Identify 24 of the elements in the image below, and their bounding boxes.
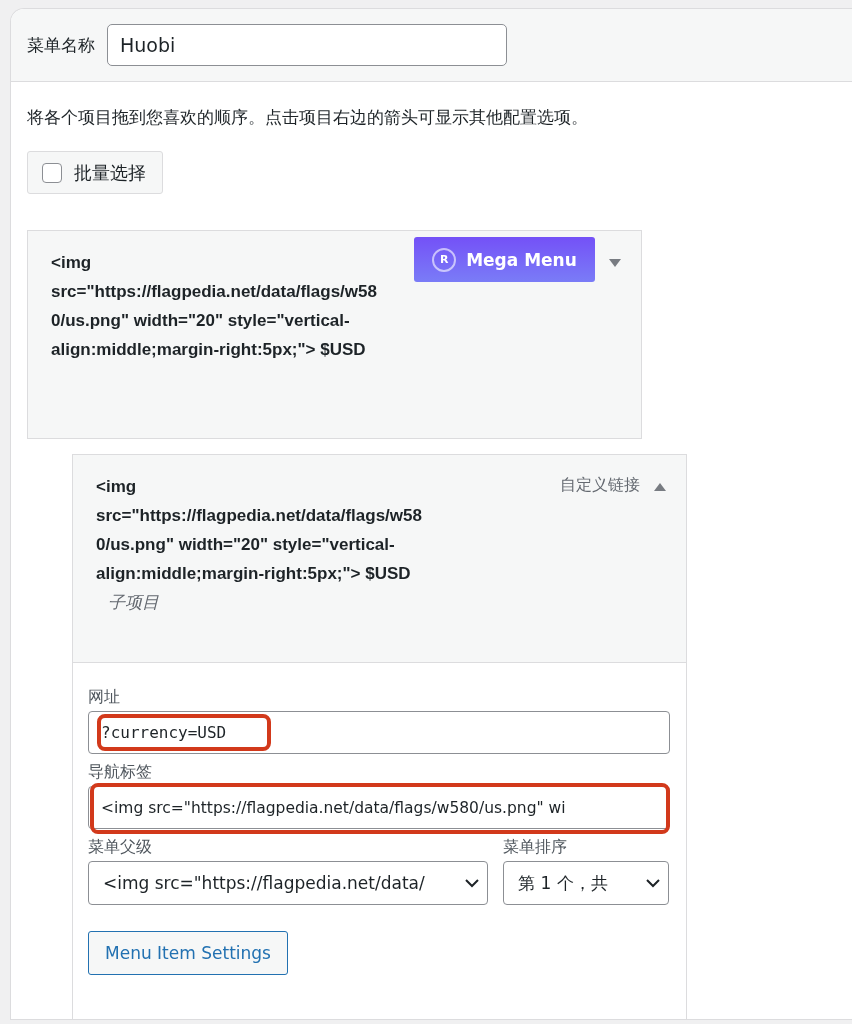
- checkbox[interactable]: [42, 162, 62, 183]
- menu-order-label: 菜单排序: [503, 837, 568, 858]
- navigation-label-label: 导航标签: [88, 762, 153, 783]
- menu-name-label: 菜单名称: [27, 33, 95, 57]
- menu-item-bar[interactable]: <img src="https://flagpedia.net/data/flags/w580/us.png" width="20" style="vertical-align:middle;margin-right:5px;"> $USD R Mega Menu: [27, 230, 642, 439]
- bulk-select-button[interactable]: 批量选择: [27, 151, 163, 194]
- menu-item-title: <img src="https://flagpedia.net/data/flags/w580/us.png" width="20" style="vertical-align:middle;margin-right:5px;"> $USD: [51, 252, 378, 361]
- menu-name-field[interactable]: Huobi: [107, 24, 507, 66]
- caret-icon[interactable]: [654, 483, 666, 491]
- instruction-text: 将各个项目拖到您喜欢的顺序。点击项目右边的箭头可显示其他配置选项。: [27, 107, 589, 129]
- menu-item-title: <img src="https://flagpedia.net/data/flags/w580/us.png" width="20" style="vertical-align:middle;margin-right:5px;"> $USD 子项目: [96, 476, 423, 614]
- url-label: 网址: [88, 687, 121, 708]
- caret-icon[interactable]: [609, 259, 621, 267]
- chevron-down-icon: [646, 878, 660, 888]
- menu-item-settings-button[interactable]: Menu Item Settings: [88, 931, 288, 975]
- url-field[interactable]: ?currency=USD: [88, 711, 670, 754]
- logo-icon: R: [432, 247, 457, 272]
- menu-parent-label: 菜单父级: [88, 837, 153, 858]
- menu-order-select[interactable]: 第 1 个，共: [503, 861, 669, 905]
- chevron-down-icon: [465, 878, 479, 888]
- mega-menu-button[interactable]: R Mega Menu: [414, 237, 595, 282]
- menu-parent-select[interactable]: <img src="https://flagpedia.net/data/: [88, 861, 488, 905]
- item-type-label: 自定义链接: [560, 475, 640, 496]
- menu-item-bar[interactable]: <img src="https://flagpedia.net/data/flags/w580/us.png" width="20" style="vertical-align:middle;margin-right:5px;"> $USD 子项目 自定义链接: [72, 454, 687, 663]
